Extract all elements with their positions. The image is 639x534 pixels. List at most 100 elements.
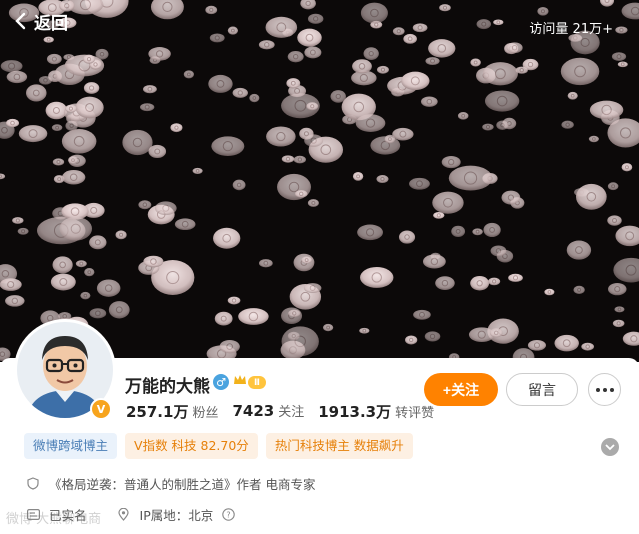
tag-hot-blogger[interactable]: 热门科技博主 数据飙升 bbox=[265, 433, 413, 459]
jellyfish bbox=[589, 100, 624, 120]
back-button[interactable]: 返回 bbox=[14, 8, 68, 34]
jellyfish bbox=[611, 52, 627, 61]
jellyfish bbox=[45, 101, 68, 120]
jellyfish bbox=[425, 57, 440, 65]
jellyfish bbox=[508, 273, 523, 282]
jellyfish bbox=[52, 256, 73, 274]
jellyfish bbox=[95, 48, 109, 60]
jellyfish bbox=[307, 13, 324, 24]
jellyfish bbox=[43, 36, 54, 43]
more-button[interactable] bbox=[588, 373, 621, 406]
jellyfish bbox=[266, 126, 296, 147]
jellyfish bbox=[363, 47, 379, 61]
cover-image bbox=[0, 0, 639, 362]
jellyfish bbox=[18, 125, 48, 143]
jellyfish bbox=[154, 201, 177, 216]
help-icon[interactable]: ? bbox=[221, 508, 235, 522]
jellyfish bbox=[405, 335, 418, 345]
jellyfish bbox=[588, 135, 599, 143]
jellyfish bbox=[581, 342, 595, 351]
jellyfish bbox=[6, 70, 28, 84]
jellyfish bbox=[483, 222, 501, 238]
jellyfish bbox=[488, 277, 501, 286]
jellyfish bbox=[392, 127, 414, 141]
jellyfish bbox=[360, 267, 394, 288]
jellyfish bbox=[258, 259, 273, 268]
jellyfish bbox=[428, 39, 456, 58]
jellyfish bbox=[67, 156, 78, 165]
jellyfish-background bbox=[0, 0, 639, 362]
jellyfish bbox=[38, 76, 53, 85]
level-badge: Ⅱ bbox=[248, 376, 266, 389]
tag-cross-domain[interactable]: 微博跨域博主 bbox=[24, 433, 118, 459]
jellyfish bbox=[192, 167, 203, 175]
jellyfish bbox=[304, 134, 324, 147]
message-button[interactable]: 留言 bbox=[506, 373, 578, 406]
jellyfish bbox=[281, 326, 319, 357]
shield-icon bbox=[26, 477, 40, 491]
jellyfish bbox=[561, 120, 574, 129]
jellyfish bbox=[227, 296, 241, 305]
jellyfish bbox=[501, 190, 521, 205]
jellyfish bbox=[451, 225, 466, 238]
jellyfish bbox=[75, 260, 87, 268]
jellyfish bbox=[482, 62, 518, 86]
jellyfish bbox=[208, 74, 233, 93]
jellyfish bbox=[287, 331, 300, 341]
jellyfish bbox=[0, 278, 22, 291]
jellyfish bbox=[403, 33, 417, 44]
stat-label: 粉丝 bbox=[192, 406, 219, 421]
jellyfish bbox=[138, 200, 152, 210]
jellyfish bbox=[567, 91, 578, 100]
verified-badge: V bbox=[90, 398, 112, 420]
tag-v-index[interactable]: V指数 科技 82.70分 bbox=[125, 433, 258, 459]
jellyfish bbox=[409, 177, 430, 190]
jellyfish bbox=[89, 235, 107, 250]
jellyfish bbox=[401, 71, 430, 91]
jellyfish bbox=[376, 65, 389, 74]
jellyfish bbox=[622, 331, 639, 346]
jellyfish bbox=[65, 104, 77, 113]
jellyfish bbox=[357, 224, 383, 241]
jellyfish bbox=[0, 60, 23, 73]
jellyfish bbox=[170, 123, 183, 133]
jellyfish bbox=[413, 309, 431, 320]
stat-following[interactable]: 7423 关注 bbox=[232, 401, 304, 422]
jellyfish bbox=[294, 190, 308, 198]
stat-fans[interactable]: 257.1万 粉丝 bbox=[126, 401, 218, 422]
jellyfish bbox=[75, 96, 104, 119]
jellyfish bbox=[612, 319, 625, 328]
jellyfish bbox=[544, 288, 555, 296]
jellyfish bbox=[422, 254, 446, 269]
jellyfish bbox=[607, 215, 622, 226]
jellyfish bbox=[12, 217, 24, 224]
jellyfish bbox=[80, 291, 91, 300]
jellyfish bbox=[615, 26, 628, 34]
jellyfish bbox=[359, 327, 370, 334]
jellyfish bbox=[303, 283, 322, 293]
jellyfish bbox=[297, 28, 322, 47]
jellyfish bbox=[322, 323, 334, 332]
jellyfish bbox=[287, 51, 304, 63]
jellyfish bbox=[537, 6, 549, 16]
jellyfish bbox=[205, 5, 218, 15]
jellyfish bbox=[566, 240, 592, 260]
stat-value: 1913.3万 bbox=[318, 403, 392, 421]
jellyfish bbox=[441, 156, 461, 169]
jellyfish bbox=[143, 255, 164, 268]
jellyfish bbox=[608, 282, 627, 296]
jellyfish bbox=[482, 123, 494, 131]
jellyfish bbox=[300, 0, 316, 10]
expand-tags-button[interactable] bbox=[601, 438, 619, 456]
location-pin-icon bbox=[117, 508, 131, 522]
jellyfish bbox=[61, 129, 97, 154]
profile-stats: 257.1万 粉丝 7423 关注 1913.3万 转评赞 bbox=[126, 401, 448, 422]
more-dots-icon bbox=[595, 387, 614, 392]
jellyfish bbox=[148, 47, 171, 61]
jellyfish bbox=[496, 120, 509, 130]
follow-button[interactable]: +关注 bbox=[424, 373, 498, 406]
jellyfish bbox=[17, 227, 29, 235]
stat-value: 7423 bbox=[232, 402, 275, 420]
jellyfish bbox=[392, 27, 405, 36]
stat-value: 257.1万 bbox=[126, 403, 189, 421]
